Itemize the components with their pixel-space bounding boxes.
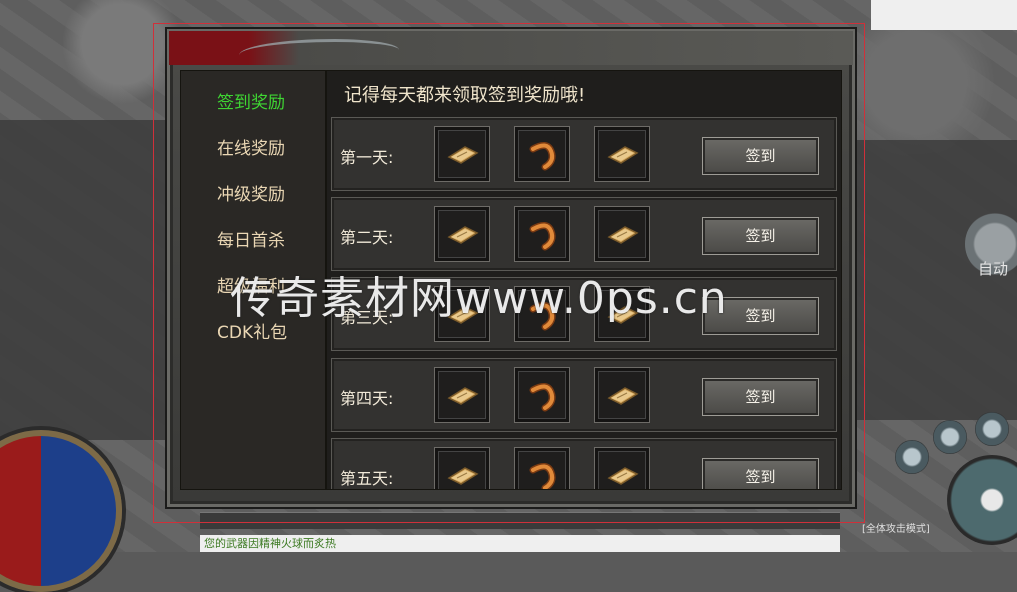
- day-label: 第一天:: [340, 148, 394, 167]
- reward-item-slot[interactable]: [514, 206, 570, 262]
- chat-message: 您的武器因精神火球而炙热: [200, 535, 840, 552]
- sign-in-row: 第五天: 签到: [331, 438, 837, 489]
- top-right-plate: [871, 0, 1017, 30]
- world-shadow-right: [857, 140, 1017, 420]
- auto-fight-label: 自动: [978, 260, 1009, 278]
- reward-item-slot[interactable]: [594, 206, 650, 262]
- tab-0[interactable]: 签到奖励: [217, 88, 285, 113]
- sign-in-button[interactable]: 签到: [702, 217, 819, 255]
- reward-item-slot[interactable]: [434, 126, 490, 182]
- world-shadow-left: [0, 120, 170, 440]
- reward-item-slot[interactable]: [514, 367, 570, 423]
- sign-in-title: 记得每天都来领取签到奖励哦!: [344, 85, 586, 106]
- day-label: 第二天:: [340, 228, 394, 247]
- reward-item-slot[interactable]: [594, 367, 650, 423]
- day-label: 第四天:: [340, 389, 394, 408]
- tab-3[interactable]: 每日首杀: [217, 226, 285, 251]
- reward-item-slot[interactable]: [594, 126, 650, 182]
- dragon-ornament-icon: [239, 39, 399, 66]
- skill-slot-icon[interactable]: [933, 420, 967, 454]
- reward-item-slot[interactable]: [514, 126, 570, 182]
- reward-item-slot[interactable]: [434, 447, 490, 489]
- sign-in-row: 第一天: 签到: [331, 117, 837, 191]
- sign-in-button[interactable]: 签到: [702, 458, 819, 489]
- tab-2[interactable]: 冲级奖励: [217, 180, 285, 205]
- reward-item-slot[interactable]: [434, 367, 490, 423]
- sign-in-button[interactable]: 签到: [702, 137, 819, 175]
- sign-in-button[interactable]: 签到: [702, 378, 819, 416]
- panel-header[interactable]: [169, 31, 853, 65]
- reward-item-slot[interactable]: [434, 206, 490, 262]
- day-label: 第五天:: [340, 469, 394, 488]
- tab-1[interactable]: 在线奖励: [217, 134, 285, 159]
- watermark-text: 传奇素材网www.0ps.cn: [230, 273, 728, 324]
- sign-in-row: 第四天: 签到: [331, 358, 837, 432]
- skill-slot-icon[interactable]: [895, 440, 929, 474]
- reward-item-slot[interactable]: [594, 447, 650, 489]
- sign-in-row: 第二天: 签到: [331, 197, 837, 271]
- skill-slot-icon[interactable]: [975, 412, 1009, 446]
- attack-mode-indicator[interactable]: [全体攻击模式]: [862, 520, 930, 535]
- reward-item-slot[interactable]: [514, 447, 570, 489]
